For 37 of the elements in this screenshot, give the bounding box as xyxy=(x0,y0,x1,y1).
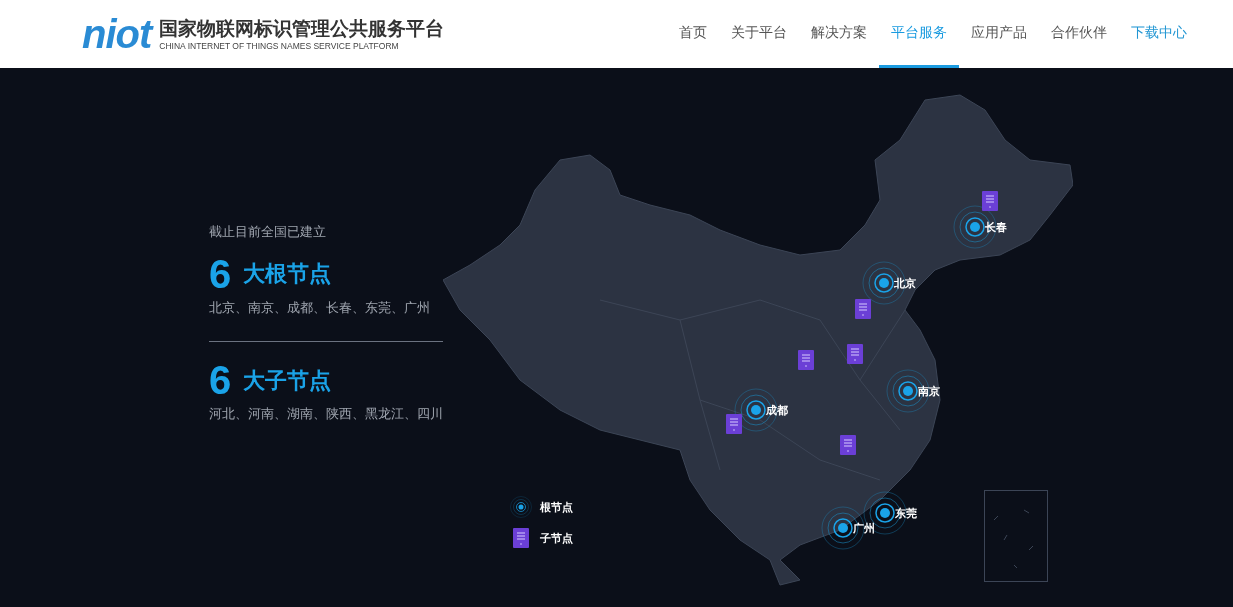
node-rings-icon xyxy=(821,506,865,550)
node-count: 6 xyxy=(209,360,232,400)
node-rings-icon xyxy=(863,491,907,535)
logo-subtitle: CHINA INTERNET OF THINGS NAMES SERVICE PLATFORM xyxy=(159,40,400,52)
nav-tab[interactable]: 合作伙伴 xyxy=(1039,0,1119,68)
document-icon xyxy=(798,350,814,370)
logo-title: 国家物联网标识管理公共服务平台 xyxy=(159,16,445,41)
node-rings-icon xyxy=(953,205,997,249)
document-icon xyxy=(513,528,529,548)
city-label: 成都 xyxy=(766,402,788,418)
legend-label: 子节点 xyxy=(540,530,573,546)
city-list: 北京、南京、成都、长春、东莞、广州 xyxy=(209,297,443,317)
nav-tab[interactable]: 应用产品 xyxy=(959,0,1039,68)
city-label: 广州 xyxy=(853,520,875,536)
node-rings-icon xyxy=(734,388,778,432)
nav-tab[interactable]: 关于平台 xyxy=(719,0,799,68)
node-rings-icon xyxy=(510,496,532,518)
document-icon xyxy=(840,435,856,455)
legend-label: 根节点 xyxy=(540,499,573,515)
document-icon xyxy=(855,299,871,319)
nav-tab[interactable]: 首页 xyxy=(667,0,719,68)
nav-tab[interactable]: 解决方案 xyxy=(799,0,879,68)
document-icon xyxy=(847,344,863,364)
node-rings-icon xyxy=(862,261,906,305)
intro-text: 截止目前全国已建立 xyxy=(209,223,327,241)
node-rings-icon xyxy=(886,369,930,413)
document-icon xyxy=(726,414,742,434)
city-label: 南京 xyxy=(918,383,940,399)
city-label: 东莞 xyxy=(895,505,917,521)
city-list: 河北、河南、湖南、陕西、黑龙江、四川 xyxy=(209,404,443,424)
city-label: 长春 xyxy=(985,219,1007,235)
node-type-title: 大子节点 xyxy=(243,366,332,395)
document-icon xyxy=(982,191,998,211)
node-type-title: 大根节点 xyxy=(243,260,332,288)
logo-mark: niot xyxy=(82,14,152,54)
city-label: 北京 xyxy=(894,275,916,291)
node-count: 6 xyxy=(209,253,232,294)
